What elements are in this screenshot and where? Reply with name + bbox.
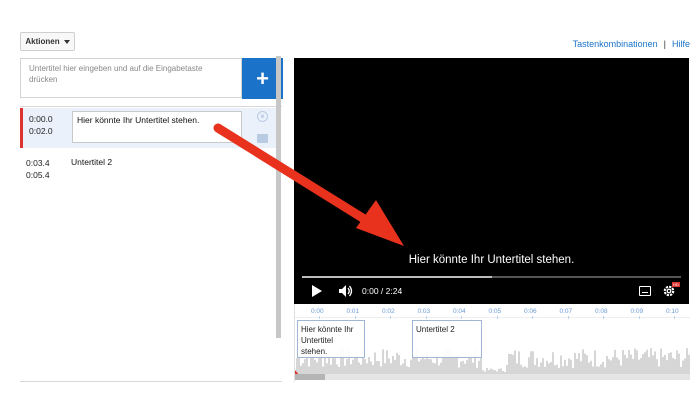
help-link[interactable]: Hilfe: [672, 39, 690, 49]
timeline-tick-mark: [425, 316, 427, 319]
timeline-tick-mark: [461, 316, 462, 319]
chevron-down-icon: [63, 39, 70, 44]
progress-bar-fill: [302, 276, 492, 278]
timeline-tick-label: 0:06: [524, 308, 537, 315]
video-player[interactable]: Hier könnte Ihr Untertitel stehen. 0:00 …: [294, 58, 689, 304]
cue-end-time: 0:05.4: [26, 170, 50, 180]
timeline-tick-mark: [638, 316, 640, 319]
timeline-scrollbar-thumb[interactable]: [295, 374, 325, 380]
delete-cue-icon[interactable]: ×: [257, 111, 268, 122]
subtitle-input[interactable]: Untertitel hier eingeben und auf die Ein…: [20, 58, 242, 98]
cue-start-time: 0:00.0: [29, 114, 53, 124]
cue-times: 0:00.0 0:02.0: [29, 113, 53, 137]
timeline-tick-mark: [603, 316, 604, 319]
timeline-cue-block[interactable]: Hier könnte Ihr Untertitel stehen.: [297, 320, 365, 358]
timeline-tick-mark: [674, 316, 675, 319]
actions-dropdown[interactable]: Aktionen: [20, 32, 75, 51]
top-links: Tastenkombinationen | Hilfe: [573, 39, 690, 49]
timeline-scrollbar-track[interactable]: [295, 374, 690, 380]
divider: [20, 381, 282, 382]
volume-icon[interactable]: [338, 284, 354, 298]
timeline-tick-label: 0:10: [666, 308, 679, 315]
subtitle-editor: Aktionen Tastenkombinationen | Hilfe Unt…: [0, 0, 700, 400]
video-caption: Hier könnte Ihr Untertitel stehen.: [408, 254, 575, 266]
timeline-tick-mark: [390, 316, 391, 319]
captions-icon[interactable]: [639, 286, 651, 296]
hd-badge: HD: [672, 282, 680, 287]
timeline-ruler: 0:00 0:01 0:02 0:03 0:04 0:05 0:06 0:07 0:08 0:09…: [295, 304, 690, 319]
timeline-tick-mark: [532, 316, 533, 319]
timeline-tick-label: 0:08: [595, 308, 608, 315]
timeline-tick-label: 0:07: [559, 308, 573, 315]
play-icon[interactable]: [312, 285, 322, 297]
cue-row[interactable]: 0:00.0 0:02.0 Hier könnte Ihr Untertitel…: [20, 108, 276, 148]
link-separator: |: [663, 39, 666, 49]
time-display: 0:00 / 2:24: [362, 286, 403, 296]
timeline-tick-label: 0:01: [346, 308, 360, 315]
keyboard-shortcuts-link[interactable]: Tastenkombinationen: [573, 39, 658, 49]
cue-row[interactable]: 0:03.4 0:05.4 Untertitel 2: [20, 152, 276, 192]
insert-cue-icon[interactable]: [257, 134, 268, 143]
player-controls: 0:00 / 2:24 HD: [294, 280, 689, 304]
cue-list-scrollbar-thumb[interactable]: [276, 56, 281, 338]
timeline-tick-label: 0:04: [453, 308, 466, 315]
cue-list-panel: Untertitel hier eingeben und auf die Ein…: [0, 56, 284, 382]
progress-bar[interactable]: [302, 276, 681, 278]
cue-end-time: 0:02.0: [29, 126, 53, 136]
timeline-tick-mark: [354, 316, 356, 319]
cue-times: 0:03.4 0:05.4: [26, 157, 50, 181]
timeline-tick-mark: [567, 316, 569, 319]
actions-label: Aktionen: [25, 37, 60, 46]
timeline-tick-label: 0:03: [417, 308, 431, 315]
timeline-tick-label: 0:00: [311, 308, 324, 315]
cue-start-time: 0:03.4: [26, 158, 50, 168]
timeline-cue-block[interactable]: Untertitel 2: [412, 320, 482, 358]
cue-text-field[interactable]: Hier könnte Ihr Untertitel stehen.: [72, 111, 242, 143]
divider: [20, 106, 282, 107]
cue-text[interactable]: Untertitel 2: [71, 157, 112, 167]
timeline-tick-mark: [496, 316, 498, 319]
timeline-tick-label: 0:05: [488, 308, 502, 315]
subtitle-timeline[interactable]: 0:00 0:01 0:02 0:03 0:04 0:05 0:06 0:07 0:08 0:09…: [294, 304, 690, 382]
timeline-tick-label: 0:02: [382, 308, 395, 315]
timeline-tick-label: 0:09: [630, 308, 644, 315]
timeline-tick-mark: [319, 316, 320, 319]
